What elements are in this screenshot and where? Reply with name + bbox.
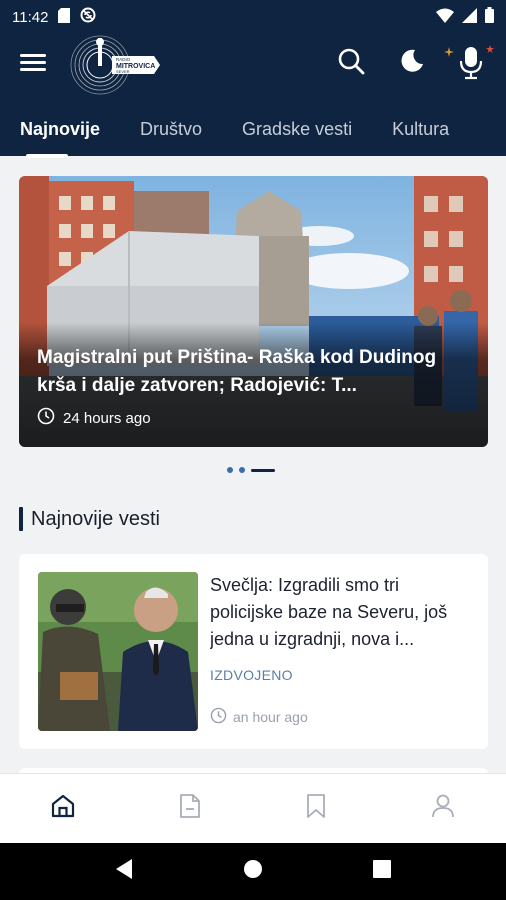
logo-text-top: RADIO	[116, 57, 131, 62]
section-accent-bar	[19, 507, 23, 531]
dark-mode-icon	[397, 47, 425, 80]
nav-profile[interactable]	[413, 779, 473, 839]
search-button[interactable]	[336, 46, 366, 80]
menu-icon	[20, 54, 50, 71]
home-circle-icon	[243, 859, 263, 884]
tab-najnovije[interactable]: Najnovije	[0, 114, 100, 158]
news-timestamp: an hour ago	[210, 707, 308, 727]
profile-icon	[431, 793, 455, 824]
section-title-text: Najnovije vesti	[31, 507, 160, 530]
logo-text-sub: SEVER	[116, 69, 130, 74]
tab-drustvo[interactable]: Društvo	[120, 114, 202, 144]
signal-icon	[462, 7, 477, 27]
document-icon	[178, 793, 202, 824]
search-icon	[337, 47, 365, 80]
carousel-indicator	[227, 467, 275, 473]
back-triangle-icon	[114, 858, 134, 885]
battery-icon	[485, 7, 494, 27]
bottom-navigation	[0, 773, 506, 843]
system-home-button[interactable]	[233, 852, 273, 892]
dark-mode-toggle[interactable]	[396, 46, 426, 80]
status-time: 11:42	[12, 8, 49, 26]
no-sync-icon	[80, 7, 96, 27]
clock-icon	[210, 707, 227, 727]
news-card[interactable]: Svečlja: Izgradili smo tri policijske ba…	[19, 554, 488, 749]
tab-kultura[interactable]: Kultura	[372, 114, 449, 144]
status-bar: 11:42	[0, 0, 506, 34]
featured-carousel[interactable]: Magistralni put Priština- Raška kod Dudi…	[19, 176, 488, 447]
app-header: RADIO MITROVICA SEVER Najnovije Društvo …	[0, 34, 506, 158]
system-recents-button[interactable]	[362, 852, 402, 892]
carousel-dot[interactable]	[227, 467, 233, 473]
section-heading: Najnovije vesti	[19, 506, 160, 532]
recents-square-icon	[372, 860, 391, 883]
clock-icon	[37, 407, 55, 429]
nav-documents[interactable]	[160, 779, 220, 839]
carousel-dot[interactable]	[239, 467, 245, 473]
bookmark-icon	[305, 793, 327, 824]
news-time-text: an hour ago	[233, 709, 308, 725]
menu-button[interactable]	[20, 50, 50, 80]
slide-time-text: 24 hours ago	[63, 409, 151, 427]
microphone-icon	[456, 41, 486, 86]
system-navigation-bar	[0, 843, 506, 900]
live-radio-button[interactable]	[444, 45, 494, 80]
slide-title[interactable]: Magistralni put Priština- Raška kod Dudi…	[37, 344, 470, 400]
system-back-button[interactable]	[104, 852, 144, 892]
star-icon	[486, 40, 494, 58]
nav-bookmarks[interactable]	[286, 779, 346, 839]
news-category[interactable]: IZDVOJENO	[210, 667, 293, 683]
news-title[interactable]: Svečlja: Izgradili smo tri policijske ba…	[210, 572, 472, 653]
home-icon	[50, 793, 76, 824]
app-logo[interactable]: RADIO MITROVICA SEVER	[68, 34, 168, 96]
nav-home[interactable]	[33, 779, 93, 839]
category-tabs: Najnovije Društvo Gradske vesti Kultura	[0, 114, 506, 158]
wifi-icon	[436, 8, 454, 27]
sd-card-icon	[58, 7, 71, 27]
carousel-dot-active[interactable]	[251, 468, 275, 472]
slide-timestamp: 24 hours ago	[37, 407, 151, 429]
tab-gradske-vesti[interactable]: Gradske vesti	[222, 114, 352, 144]
news-thumbnail	[38, 572, 198, 731]
sparkle-icon	[444, 44, 454, 62]
